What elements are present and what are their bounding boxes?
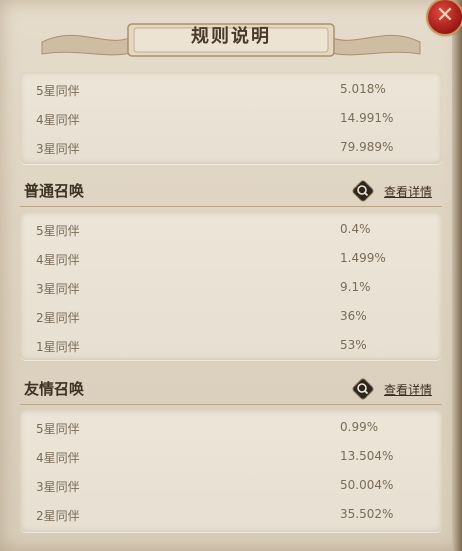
rate-label: 5星同伴	[36, 84, 80, 98]
rate-value: 5.018%	[340, 82, 386, 96]
dialog-edge	[452, 0, 462, 551]
list-item: 2星同伴 36%	[36, 309, 426, 329]
list-item: 4星同伴 1.499%	[36, 251, 426, 271]
rate-label: 4星同伴	[36, 253, 80, 267]
rate-label: 2星同伴	[36, 509, 80, 523]
section-title: 普通召唤	[24, 182, 85, 200]
view-details-button[interactable]: 查看详情	[350, 178, 442, 204]
view-details-label: 查看详情	[384, 185, 433, 199]
list-item: 2星同伴 35.502%	[36, 507, 426, 527]
list-item: 3星同伴 9.1%	[36, 280, 426, 300]
magnifier-icon	[352, 378, 374, 400]
list-item: 5星同伴 5.018%	[36, 82, 426, 102]
rate-value: 50.004%	[340, 478, 394, 492]
rate-value: 0.4%	[340, 222, 371, 236]
normal-summon-panel: 5星同伴 0.4% 4星同伴 1.499% 3星同伴 9.1% 2星同伴 36%…	[20, 212, 442, 360]
list-item: 5星同伴 0.4%	[36, 222, 426, 242]
close-icon: ✕	[435, 3, 455, 28]
view-details-label: 查看详情	[384, 383, 433, 397]
rate-label: 1星同伴	[36, 340, 80, 354]
rate-value: 35.502%	[340, 507, 394, 521]
rate-value: 9.1%	[340, 280, 371, 294]
rate-value: 36%	[340, 309, 367, 323]
magnifier-icon	[352, 180, 374, 202]
list-item: 4星同伴 13.504%	[36, 449, 426, 469]
list-item: 4星同伴 14.991%	[36, 111, 426, 131]
rate-label: 4星同伴	[36, 451, 80, 465]
rate-label: 2星同伴	[36, 311, 80, 325]
section-header-normal-summon: 普通召唤 查看详情	[20, 176, 442, 207]
close-button[interactable]: ✕	[428, 0, 462, 34]
list-item: 3星同伴 50.004%	[36, 478, 426, 498]
rate-label: 5星同伴	[36, 224, 80, 238]
list-item: 3星同伴 79.989%	[36, 140, 426, 160]
rate-value: 14.991%	[340, 111, 394, 125]
rate-label: 3星同伴	[36, 142, 80, 156]
rate-label: 3星同伴	[36, 282, 80, 296]
list-item: 5星同伴 0.99%	[36, 420, 426, 440]
friend-summon-panel: 5星同伴 0.99% 4星同伴 13.504% 3星同伴 50.004% 2星同…	[20, 410, 442, 532]
section-title: 友情召唤	[24, 380, 85, 398]
rate-value: 13.504%	[340, 449, 394, 463]
view-details-button[interactable]: 查看详情	[350, 376, 442, 402]
rate-value: 79.989%	[340, 140, 394, 154]
rate-label: 3星同伴	[36, 480, 80, 494]
page-title: 规则说明	[191, 26, 271, 47]
list-item: 1星同伴 53%	[36, 338, 426, 358]
rate-value: 1.499%	[340, 251, 386, 265]
rate-label: 5星同伴	[36, 422, 80, 436]
section-header-friend-summon: 友情召唤 查看详情	[20, 374, 442, 405]
overall-rates-panel: 5星同伴 5.018% 4星同伴 14.991% 3星同伴 79.989%	[20, 72, 442, 164]
rate-label: 4星同伴	[36, 113, 80, 127]
rate-value: 0.99%	[340, 420, 379, 434]
rate-value: 53%	[340, 338, 367, 352]
